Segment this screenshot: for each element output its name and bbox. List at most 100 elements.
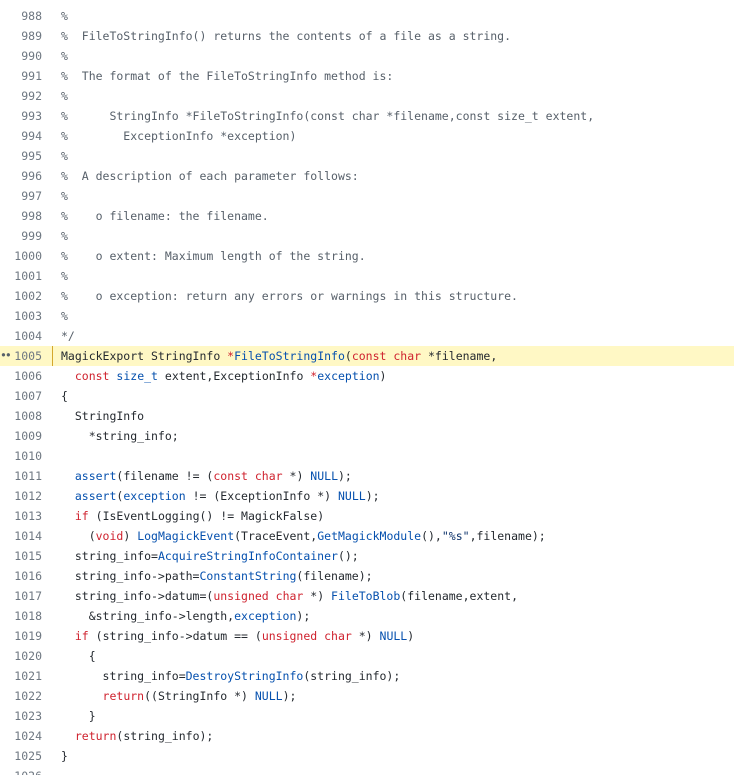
code-line: 1001% <box>0 266 734 286</box>
code-text: return(string_info); <box>61 726 213 746</box>
line-number[interactable]: 990 <box>0 46 42 66</box>
code-token: size_t <box>116 369 158 383</box>
line-number[interactable]: 1025 <box>0 746 42 766</box>
code-token: ( <box>344 349 352 363</box>
code-text: return((StringInfo *) NULL); <box>61 686 297 706</box>
code-line: 1024 return(string_info); <box>0 726 734 746</box>
code-line: 990% <box>0 46 734 66</box>
line-number[interactable]: 1002 <box>0 286 42 306</box>
code-token: NULL <box>310 469 338 483</box>
line-number[interactable]: 1007 <box>0 386 42 406</box>
line-number[interactable]: 998 <box>0 206 42 226</box>
line-number[interactable]: 988 <box>0 6 42 26</box>
code-token: GetMagickModule <box>317 529 422 543</box>
code-text: % o exception: return any errors or warn… <box>61 286 518 306</box>
line-number[interactable]: 1008 <box>0 406 42 426</box>
code-line: 1013 if (IsEventLogging() != MagickFalse… <box>0 506 734 526</box>
line-number[interactable]: 1023 <box>0 706 42 726</box>
code-line: 989 % FileToStringInfo() returns the cont… <box>0 26 734 46</box>
code-text: const size_t extent,ExceptionInfo *excep… <box>61 366 387 386</box>
code-token: DestroyStringInfo <box>185 669 304 683</box>
line-number[interactable]: 996 <box>0 166 42 186</box>
code-line: 997% <box>0 186 734 206</box>
code-token: ( <box>61 529 96 543</box>
line-number[interactable]: 1017 <box>0 586 42 606</box>
code-token: FileToStringInfo <box>234 349 345 363</box>
line-number[interactable]: 1019 <box>0 626 42 646</box>
line-number[interactable]: 1020 <box>0 646 42 666</box>
code-text: assert(filename != (const char *) NULL); <box>61 466 352 486</box>
code-line: 1004 */ <box>0 326 734 346</box>
line-number[interactable]: 997 <box>0 186 42 206</box>
code-token: % <box>61 189 68 203</box>
code-line: 1016 string_info->path=ConstantString(fi… <box>0 566 734 586</box>
line-number[interactable]: 999 <box>0 226 42 246</box>
code-line: 1019 if (string_info->datum == (unsigned… <box>0 626 734 646</box>
line-number[interactable]: 1011 <box>0 466 42 486</box>
code-text: (void) LogMagickEvent(TraceEvent,GetMagi… <box>61 526 546 546</box>
code-token: NULL <box>254 689 283 703</box>
code-text: % The format of the FileToStringInfo met… <box>61 66 393 86</box>
line-number[interactable]: 1010 <box>0 446 42 466</box>
code-token: FileToBlob <box>331 589 401 603</box>
code-token: % A description of each parameter follow… <box>61 169 359 183</box>
code-token: ) <box>123 529 138 543</box>
code-token: % StringInfo *FileToStringInfo(const cha… <box>61 109 595 123</box>
line-number[interactable]: 1015 <box>0 546 42 566</box>
line-number[interactable]: 1024 <box>0 726 42 746</box>
code-token: % The format of the FileToStringInfo met… <box>61 69 394 83</box>
line-number[interactable]: 1005 <box>0 346 42 366</box>
line-number[interactable]: 1006 <box>0 366 42 386</box>
line-number[interactable]: 1000 <box>0 246 42 266</box>
code-text: &string_info->length,exception); <box>61 606 311 626</box>
code-text: % <box>61 46 68 66</box>
code-text: % A description of each parameter follow… <box>61 166 359 186</box>
code-token: ); <box>365 489 380 503</box>
line-number[interactable]: 991 <box>0 66 42 86</box>
code-text: % StringInfo *FileToStringInfo(const cha… <box>61 106 594 126</box>
line-number[interactable]: 1012 <box>0 486 42 506</box>
code-text: % <box>61 226 68 246</box>
code-token: if <box>74 629 89 643</box>
line-number[interactable]: 1001 <box>0 266 42 286</box>
code-token: != (ExceptionInfo *) <box>185 489 338 503</box>
line-number[interactable]: 1003 <box>0 306 42 326</box>
line-number[interactable]: 992 <box>0 86 42 106</box>
line-number[interactable]: 1026 <box>0 766 42 775</box>
code-token: ); <box>338 469 352 483</box>
line-number[interactable]: 1022 <box>0 686 42 706</box>
code-line: •• 1005 MagickExport StringInfo *FileToStr… <box>0 346 734 366</box>
code-line: 1012 assert(exception != (ExceptionInfo … <box>0 486 734 506</box>
code-token: exception <box>234 609 297 623</box>
line-number[interactable]: 1009 <box>0 426 42 446</box>
code-text: % <box>61 266 68 286</box>
line-number[interactable]: 995 <box>0 146 42 166</box>
code-text: if (IsEventLogging() != MagickFalse) <box>61 506 324 526</box>
code-token: string_info= <box>61 669 186 683</box>
code-token: ((StringInfo *) <box>144 689 255 703</box>
line-number[interactable]: 1004 <box>0 326 42 346</box>
line-number[interactable]: 993 <box>0 106 42 126</box>
code-text: StringInfo <box>61 406 144 426</box>
code-text: } <box>61 706 96 726</box>
line-number[interactable]: 1016 <box>0 566 42 586</box>
code-token: *) <box>351 629 380 643</box>
line-number[interactable]: 1013 <box>0 506 42 526</box>
line-number[interactable]: 1014 <box>0 526 42 546</box>
line-number[interactable]: 989 <box>0 26 42 46</box>
line-number[interactable]: 1018 <box>0 606 42 626</box>
line-number[interactable]: 994 <box>0 126 42 146</box>
code-line: 991 % The format of the FileToStringInfo … <box>0 66 734 86</box>
code-token: (), <box>421 529 442 543</box>
code-token: unsigned char <box>213 589 304 603</box>
code-text: % <box>61 306 68 326</box>
code-token: % <box>61 89 68 103</box>
code-text: % <box>61 6 68 26</box>
line-number[interactable]: 1021 <box>0 666 42 686</box>
code-line: 988% <box>0 6 734 26</box>
code-line: 1026 <box>0 766 734 775</box>
code-line: 1020 { <box>0 646 734 666</box>
